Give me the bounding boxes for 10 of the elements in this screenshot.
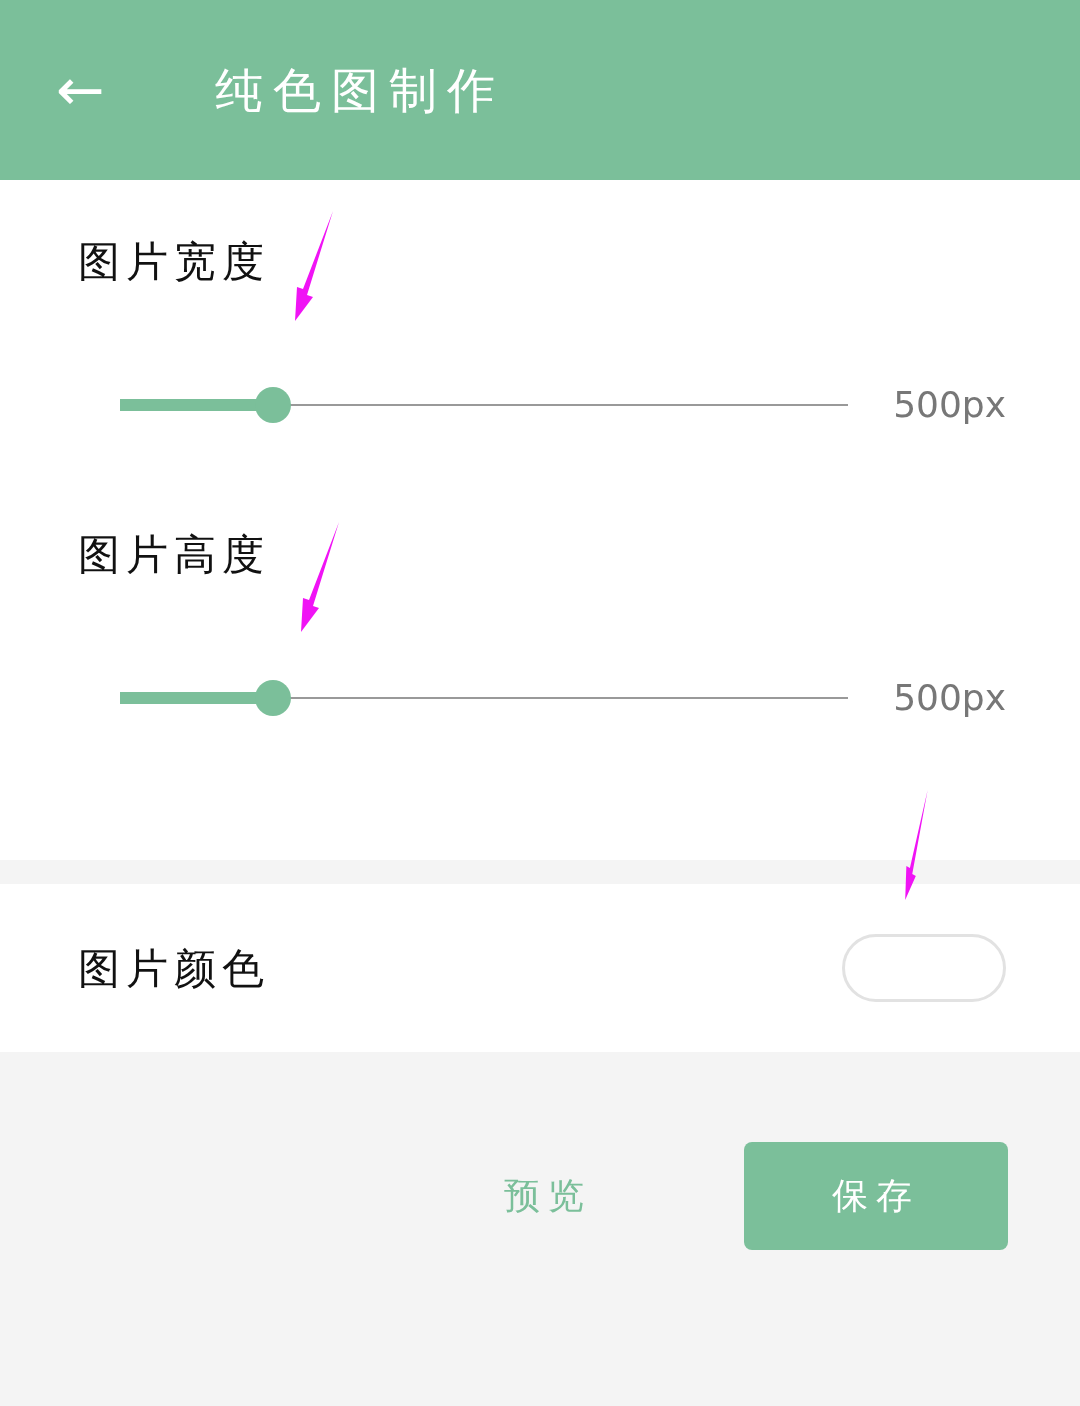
slider-thumb[interactable] bbox=[254, 387, 291, 423]
color-label: 图片颜色 bbox=[78, 942, 270, 995]
slider-label: 图片高度 bbox=[78, 529, 271, 581]
save-button[interactable]: 保存 bbox=[744, 1142, 1008, 1250]
slider-label: 图片宽度 bbox=[78, 236, 271, 288]
preview-button[interactable]: 预览 bbox=[498, 1168, 598, 1224]
page-title: 纯色图制作 bbox=[214, 61, 505, 120]
slider-value: 500px bbox=[893, 383, 1006, 427]
slider-value: 500px bbox=[893, 676, 1006, 720]
slider-thumb[interactable] bbox=[254, 680, 291, 716]
